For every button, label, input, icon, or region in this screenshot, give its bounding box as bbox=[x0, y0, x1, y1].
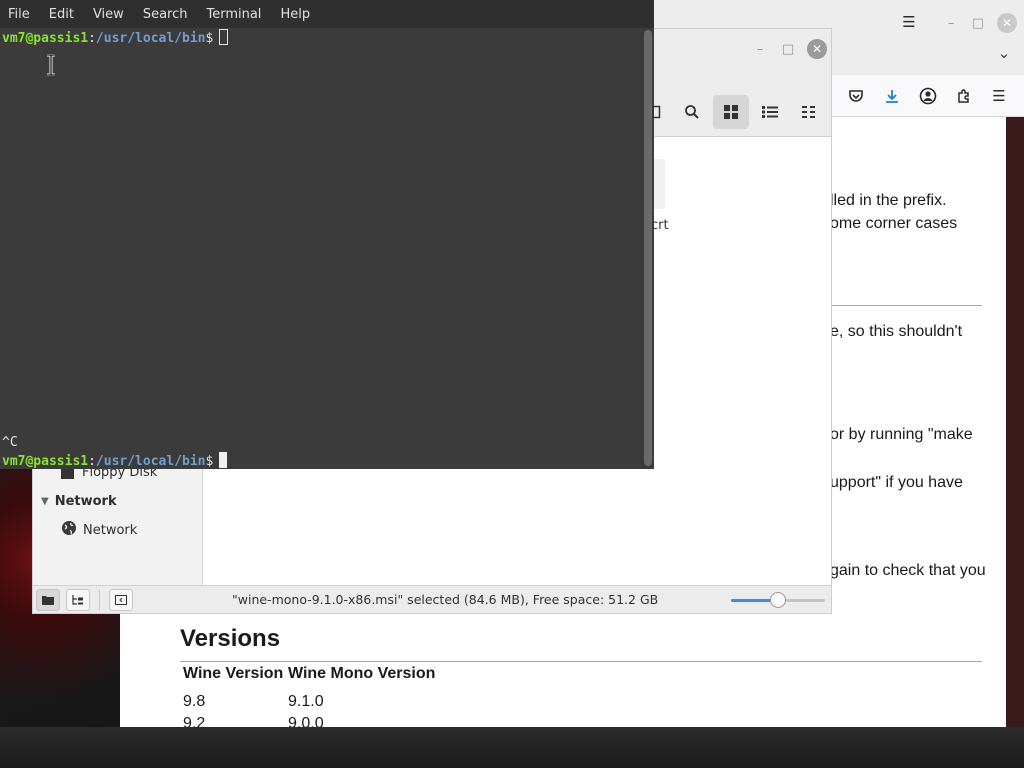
text-line: ome corner cases bbox=[830, 215, 958, 232]
terminal-menubar: File Edit View Search Terminal Help bbox=[0, 0, 654, 28]
sidebar-item-network[interactable]: Network bbox=[61, 520, 137, 540]
maximize-icon[interactable]: □ bbox=[967, 12, 989, 34]
text-line: upport" if you have bbox=[830, 474, 963, 491]
maximize-icon[interactable]: □ bbox=[777, 38, 799, 60]
zoom-slider[interactable] bbox=[731, 592, 825, 608]
prompt-symbol: $ bbox=[205, 31, 214, 46]
statusbar-separator bbox=[99, 590, 100, 610]
menu-edit[interactable]: Edit bbox=[47, 7, 76, 22]
tree-view-icon[interactable] bbox=[66, 589, 90, 611]
sidebar-section-label: Network bbox=[54, 494, 117, 509]
menu-search[interactable]: Search bbox=[141, 7, 190, 22]
file-manager-statusbar: "wine-mono-9.1.0-x86.msi" selected (84.6… bbox=[33, 585, 831, 613]
compact-view-icon[interactable] bbox=[791, 95, 827, 129]
status-text: "wine-mono-9.1.0-x86.msi" selected (84.6… bbox=[232, 592, 659, 607]
menu-file[interactable]: File bbox=[6, 7, 32, 22]
table-cell: 9.1.0 bbox=[288, 693, 324, 710]
prompt-user: vm7@passis1 bbox=[2, 31, 89, 46]
pocket-icon[interactable] bbox=[844, 84, 868, 108]
menu-terminal[interactable]: Terminal bbox=[204, 7, 263, 22]
versions-heading: Versions bbox=[180, 625, 281, 652]
places-view-icon[interactable] bbox=[36, 589, 60, 611]
close-icon[interactable]: ✕ bbox=[997, 13, 1017, 33]
close-icon[interactable]: ✕ bbox=[807, 39, 827, 59]
sidebar-section-network[interactable]: ▼ Network bbox=[41, 494, 117, 509]
prompt-path: /usr/local/bin bbox=[95, 454, 206, 469]
menu-help[interactable]: Help bbox=[278, 7, 312, 22]
table-cell: 9.8 bbox=[183, 693, 206, 710]
text-line: or by running "make bbox=[830, 426, 973, 443]
text-line: gain to check that you bbox=[830, 562, 986, 579]
prompt-path: /usr/local/bin bbox=[95, 31, 206, 46]
prompt-separator: : bbox=[88, 31, 96, 46]
table-header: Wine Mono Version bbox=[288, 665, 436, 682]
prompt-separator: : bbox=[88, 454, 96, 469]
triangle-down-icon: ▼ bbox=[41, 496, 49, 507]
prompt-user: vm7@passis1 bbox=[2, 454, 89, 469]
sidebar-item-label: Network bbox=[83, 522, 138, 538]
search-icon[interactable] bbox=[674, 95, 710, 129]
table-cell: 9.0.0 bbox=[288, 717, 324, 727]
menu-icon[interactable]: ☰ bbox=[987, 84, 1011, 108]
table-cell: 9.2 bbox=[183, 717, 206, 727]
browser-side-strip bbox=[1006, 117, 1024, 727]
hamburger-menu-icon[interactable]: ☰ bbox=[897, 10, 921, 34]
minimize-icon[interactable]: – bbox=[940, 12, 962, 34]
toggle-sidebar-icon[interactable] bbox=[109, 589, 133, 611]
text-line: e, so this shouldn't bbox=[830, 323, 963, 340]
text-line: lled in the prefix. bbox=[830, 192, 947, 209]
extensions-icon[interactable] bbox=[952, 84, 976, 108]
terminal-window: File Edit View Search Terminal Help vm7@… bbox=[0, 0, 654, 469]
prompt-symbol: $ bbox=[205, 454, 214, 469]
tab-list-chevron-down-icon[interactable]: ⌄ bbox=[992, 41, 1016, 65]
minimize-icon[interactable]: – bbox=[749, 38, 771, 60]
zoom-slider-handle[interactable] bbox=[770, 592, 786, 608]
download-icon[interactable] bbox=[880, 84, 904, 108]
table-header: Wine Version bbox=[183, 665, 284, 682]
section-divider bbox=[820, 305, 982, 306]
menu-view[interactable]: View bbox=[91, 7, 126, 22]
terminal-prompt-line: vm7@passis1:/usr/local/bin$ bbox=[2, 452, 228, 470]
globe-icon bbox=[61, 520, 77, 540]
terminal-cursor bbox=[219, 452, 228, 468]
grid-view-icon[interactable] bbox=[713, 95, 749, 129]
list-view-icon[interactable] bbox=[752, 95, 788, 129]
terminal-interrupt-line: ^C bbox=[2, 435, 18, 450]
terminal-cursor-inactive bbox=[219, 29, 229, 45]
account-icon[interactable] bbox=[916, 84, 940, 108]
heading-divider bbox=[180, 661, 982, 662]
text-cursor-icon bbox=[47, 54, 55, 76]
terminal-prompt-line: vm7@passis1:/usr/local/bin$ bbox=[2, 29, 229, 47]
terminal-scrollbar[interactable] bbox=[644, 30, 652, 466]
desktop-bottom-strip bbox=[0, 727, 1024, 768]
table-row-clip: 9.2 9.0.0 bbox=[120, 717, 1006, 727]
